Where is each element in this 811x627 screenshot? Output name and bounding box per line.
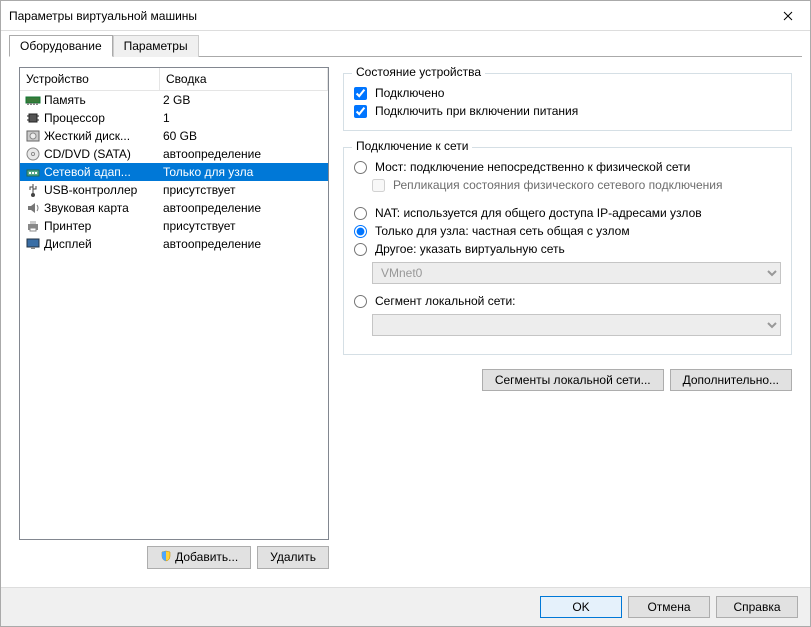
net-icon [25, 164, 41, 180]
device-name: CD/DVD (SATA) [44, 147, 159, 161]
device-row[interactable]: Принтерприсутствует [20, 217, 328, 235]
check-connect-power-label: Подключить при включении питания [375, 104, 578, 118]
check-connect-power[interactable]: Подключить при включении питания [354, 102, 781, 120]
help-button[interactable]: Справка [716, 596, 798, 618]
cpu-icon [25, 110, 41, 126]
cancel-button[interactable]: Отмена [628, 596, 710, 618]
window-title: Параметры виртуальной машины [9, 9, 765, 23]
printer-icon [25, 218, 41, 234]
check-connected[interactable]: Подключено [354, 84, 781, 102]
remove-button[interactable]: Удалить [257, 546, 329, 569]
ok-button-label: OK [572, 600, 589, 614]
device-summary: 1 [159, 111, 326, 125]
advanced-button-label: Дополнительно... [683, 373, 779, 387]
device-summary: автоопределение [159, 201, 326, 215]
device-summary: автоопределение [159, 147, 326, 161]
tab-hardware[interactable]: Оборудование [9, 35, 113, 57]
group-device-state: Состояние устройства Подключено Подключи… [343, 73, 792, 131]
radio-custom-input[interactable] [354, 243, 367, 256]
radio-custom[interactable]: Другое: указать виртуальную сеть [354, 240, 781, 258]
device-row[interactable]: Сетевой адап...Только для узла [20, 163, 328, 181]
group-network-connection: Подключение к сети Мост: подключение неп… [343, 147, 792, 355]
radio-nat-label: NAT: используется для общего доступа IP-… [375, 206, 702, 220]
device-row[interactable]: Процессор1 [20, 109, 328, 127]
device-row[interactable]: Жесткий диск...60 GB [20, 127, 328, 145]
vm-settings-window: Параметры виртуальной машины Оборудовани… [0, 0, 811, 627]
add-button[interactable]: Добавить... [147, 546, 251, 569]
right-buttons: Сегменты локальной сети... Дополнительно… [343, 369, 792, 391]
check-replicate-label: Репликация состояния физического сетевог… [393, 178, 722, 192]
check-connect-power-input[interactable] [354, 105, 367, 118]
device-list[interactable]: Устройство Сводка Память2 GBПроцессор1Же… [19, 67, 329, 540]
titlebar: Параметры виртуальной машины [1, 1, 810, 31]
device-name: Дисплей [44, 237, 159, 251]
radio-bridged[interactable]: Мост: подключение непосредственно к физи… [354, 158, 781, 176]
tab-options[interactable]: Параметры [113, 35, 199, 57]
advanced-button[interactable]: Дополнительно... [670, 369, 792, 391]
display-icon [25, 236, 41, 252]
device-name: Процессор [44, 111, 159, 125]
device-row[interactable]: Память2 GB [20, 91, 328, 109]
device-summary: присутствует [159, 219, 326, 233]
col-device[interactable]: Устройство [20, 68, 160, 90]
radio-hostonly[interactable]: Только для узла: частная сеть общая с уз… [354, 222, 781, 240]
memory-icon [25, 92, 41, 108]
footer: OK Отмена Справка [1, 587, 810, 626]
device-summary: 60 GB [159, 129, 326, 143]
device-row[interactable]: Звуковая картаавтоопределение [20, 199, 328, 217]
combo-lanseg [372, 314, 781, 336]
device-summary: Только для узла [159, 165, 326, 179]
lan-segments-button[interactable]: Сегменты локальной сети... [482, 369, 664, 391]
cd-icon [25, 146, 41, 162]
device-name: USB-контроллер [44, 183, 159, 197]
radio-nat[interactable]: NAT: используется для общего доступа IP-… [354, 204, 781, 222]
radio-custom-label: Другое: указать виртуальную сеть [375, 242, 565, 256]
device-row[interactable]: USB-контроллерприсутствует [20, 181, 328, 199]
device-summary: присутствует [159, 183, 326, 197]
hdd-icon [25, 128, 41, 144]
device-row[interactable]: Дисплейавтоопределение [20, 235, 328, 253]
tabstrip: Оборудование Параметры [1, 31, 810, 57]
radio-lanseg-input[interactable] [354, 295, 367, 308]
device-summary: автоопределение [159, 237, 326, 251]
usb-icon [25, 182, 41, 198]
device-name: Память [44, 93, 159, 107]
check-replicate: Репликация состояния физического сетевог… [372, 176, 781, 194]
ok-button[interactable]: OK [540, 596, 622, 618]
device-list-header: Устройство Сводка [20, 68, 328, 91]
combo-custom-net: VMnet0 [372, 262, 781, 284]
add-button-label: Добавить... [175, 550, 238, 564]
radio-lanseg[interactable]: Сегмент локальной сети: [354, 292, 781, 310]
remove-button-label: Удалить [270, 550, 316, 564]
group-network-connection-title: Подключение к сети [352, 139, 472, 153]
device-name: Жесткий диск... [44, 129, 159, 143]
right-panel: Состояние устройства Подключено Подключи… [343, 67, 792, 569]
radio-bridged-label: Мост: подключение непосредственно к физи… [375, 160, 690, 174]
radio-hostonly-input[interactable] [354, 225, 367, 238]
radio-hostonly-label: Только для узла: частная сеть общая с уз… [375, 224, 630, 238]
device-name: Сетевой адап... [44, 165, 159, 179]
check-connected-label: Подключено [375, 86, 444, 100]
group-device-state-title: Состояние устройства [352, 65, 485, 79]
device-row[interactable]: CD/DVD (SATA)автоопределение [20, 145, 328, 163]
check-connected-input[interactable] [354, 87, 367, 100]
shield-icon [160, 550, 172, 565]
close-button[interactable] [765, 1, 810, 31]
close-icon [783, 11, 793, 21]
cancel-button-label: Отмена [647, 600, 690, 614]
left-panel: Устройство Сводка Память2 GBПроцессор1Же… [19, 67, 329, 569]
radio-nat-input[interactable] [354, 207, 367, 220]
help-button-label: Справка [733, 600, 780, 614]
sound-icon [25, 200, 41, 216]
radio-bridged-input[interactable] [354, 161, 367, 174]
col-summary[interactable]: Сводка [160, 68, 328, 90]
device-name: Принтер [44, 219, 159, 233]
lan-segments-button-label: Сегменты локальной сети... [495, 373, 651, 387]
tab-content: Устройство Сводка Память2 GBПроцессор1Же… [9, 56, 802, 579]
check-replicate-input [372, 179, 385, 192]
device-summary: 2 GB [159, 93, 326, 107]
radio-lanseg-label: Сегмент локальной сети: [375, 294, 516, 308]
left-buttons: Добавить... Удалить [19, 540, 329, 569]
device-name: Звуковая карта [44, 201, 159, 215]
